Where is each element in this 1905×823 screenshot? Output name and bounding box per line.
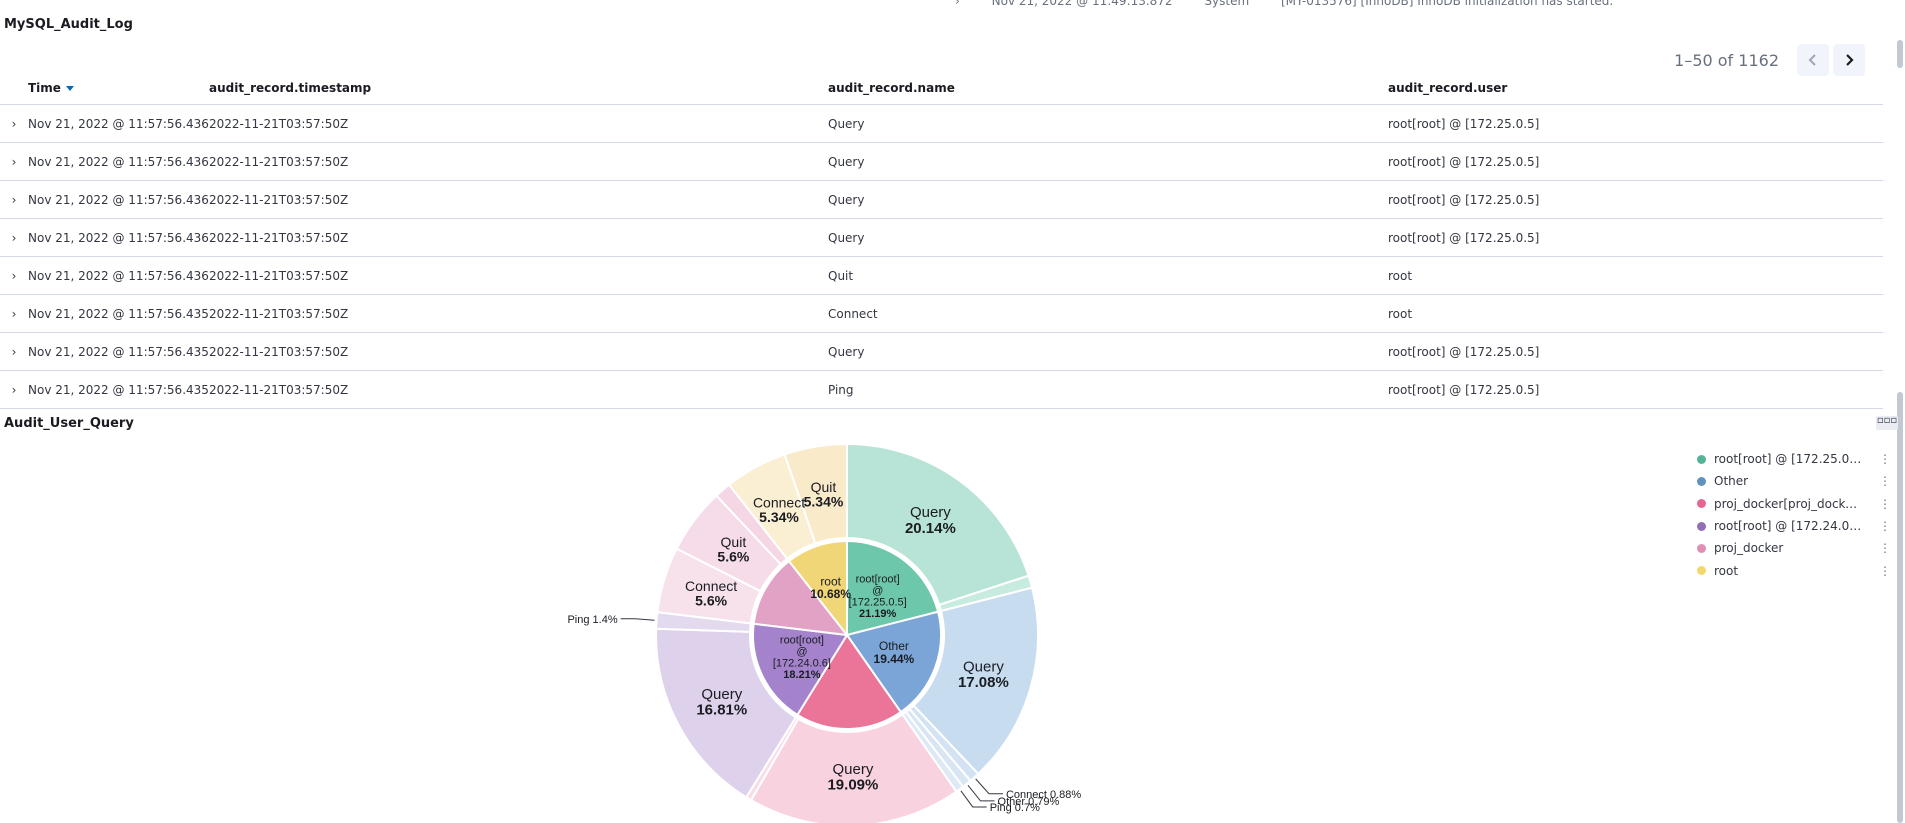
callout-line <box>620 618 655 621</box>
legend-options-icon[interactable]: ⋮ <box>1879 542 1891 554</box>
legend-color-dot <box>1697 543 1706 553</box>
legend-label: root[root] @ [172.24.0.6] <box>1714 519 1862 534</box>
legend-item[interactable]: root[root] @ [172.24.0.6] ⋮ <box>1697 515 1891 537</box>
legend-item[interactable]: Other ⋮ <box>1697 470 1891 492</box>
legend-options-icon[interactable]: ⋮ <box>1879 520 1891 532</box>
callout-line <box>975 778 1003 795</box>
legend-options-icon[interactable]: ⋮ <box>1879 475 1891 487</box>
legend-label: root[root] @ [172.25.0.5] <box>1714 452 1862 467</box>
legend-options-icon[interactable]: ⋮ <box>1879 498 1891 510</box>
callout-line <box>967 785 995 802</box>
outer-slice-label: Query 19.09% <box>827 761 878 794</box>
outer-slice-label: Query 17.08% <box>958 658 1009 691</box>
inner-slice-label: Other 19.44% <box>874 639 915 666</box>
legend-label: root <box>1714 563 1739 578</box>
legend-options-icon[interactable]: ⋮ <box>1879 565 1891 577</box>
legend-color-dot <box>1697 521 1706 531</box>
legend-color-dot <box>1697 499 1706 509</box>
outer-slice-label: Query 20.14% <box>905 504 956 537</box>
legend-label: proj_docker <box>1714 541 1784 556</box>
legend-item[interactable]: root ⋮ <box>1697 559 1891 581</box>
audit-user-query-sunburst-chart: root[root] @ [172.25.0.5] 21.19%Other 19.44%… <box>567 442 1081 823</box>
chart-legend: root[root] @ [172.25.0.5] ⋮ Other ⋮ proj… <box>1697 448 1891 582</box>
legend-color-dot <box>1697 476 1706 486</box>
callout-label: Ping 1.4% <box>567 614 617 626</box>
legend-item[interactable]: proj_docker ⋮ <box>1697 537 1891 559</box>
legend-item[interactable]: proj_docker[proj_docker... ⋮ <box>1697 493 1891 515</box>
outer-slice-label: Connect 5.34% <box>753 494 805 525</box>
legend-label: proj_docker[proj_docker... <box>1714 496 1862 511</box>
outer-slice-label: Quit 5.6% <box>717 534 749 565</box>
legend-item[interactable]: root[root] @ [172.25.0.5] ⋮ <box>1697 448 1891 470</box>
legend-options-icon[interactable]: ⋮ <box>1879 453 1891 465</box>
legend-color-dot <box>1697 566 1706 576</box>
outer-slice-label: Query 16.81% <box>696 686 747 719</box>
legend-color-dot <box>1697 454 1706 464</box>
legend-label: Other <box>1714 474 1749 489</box>
callout-label: Ping 0.7% <box>990 802 1040 814</box>
